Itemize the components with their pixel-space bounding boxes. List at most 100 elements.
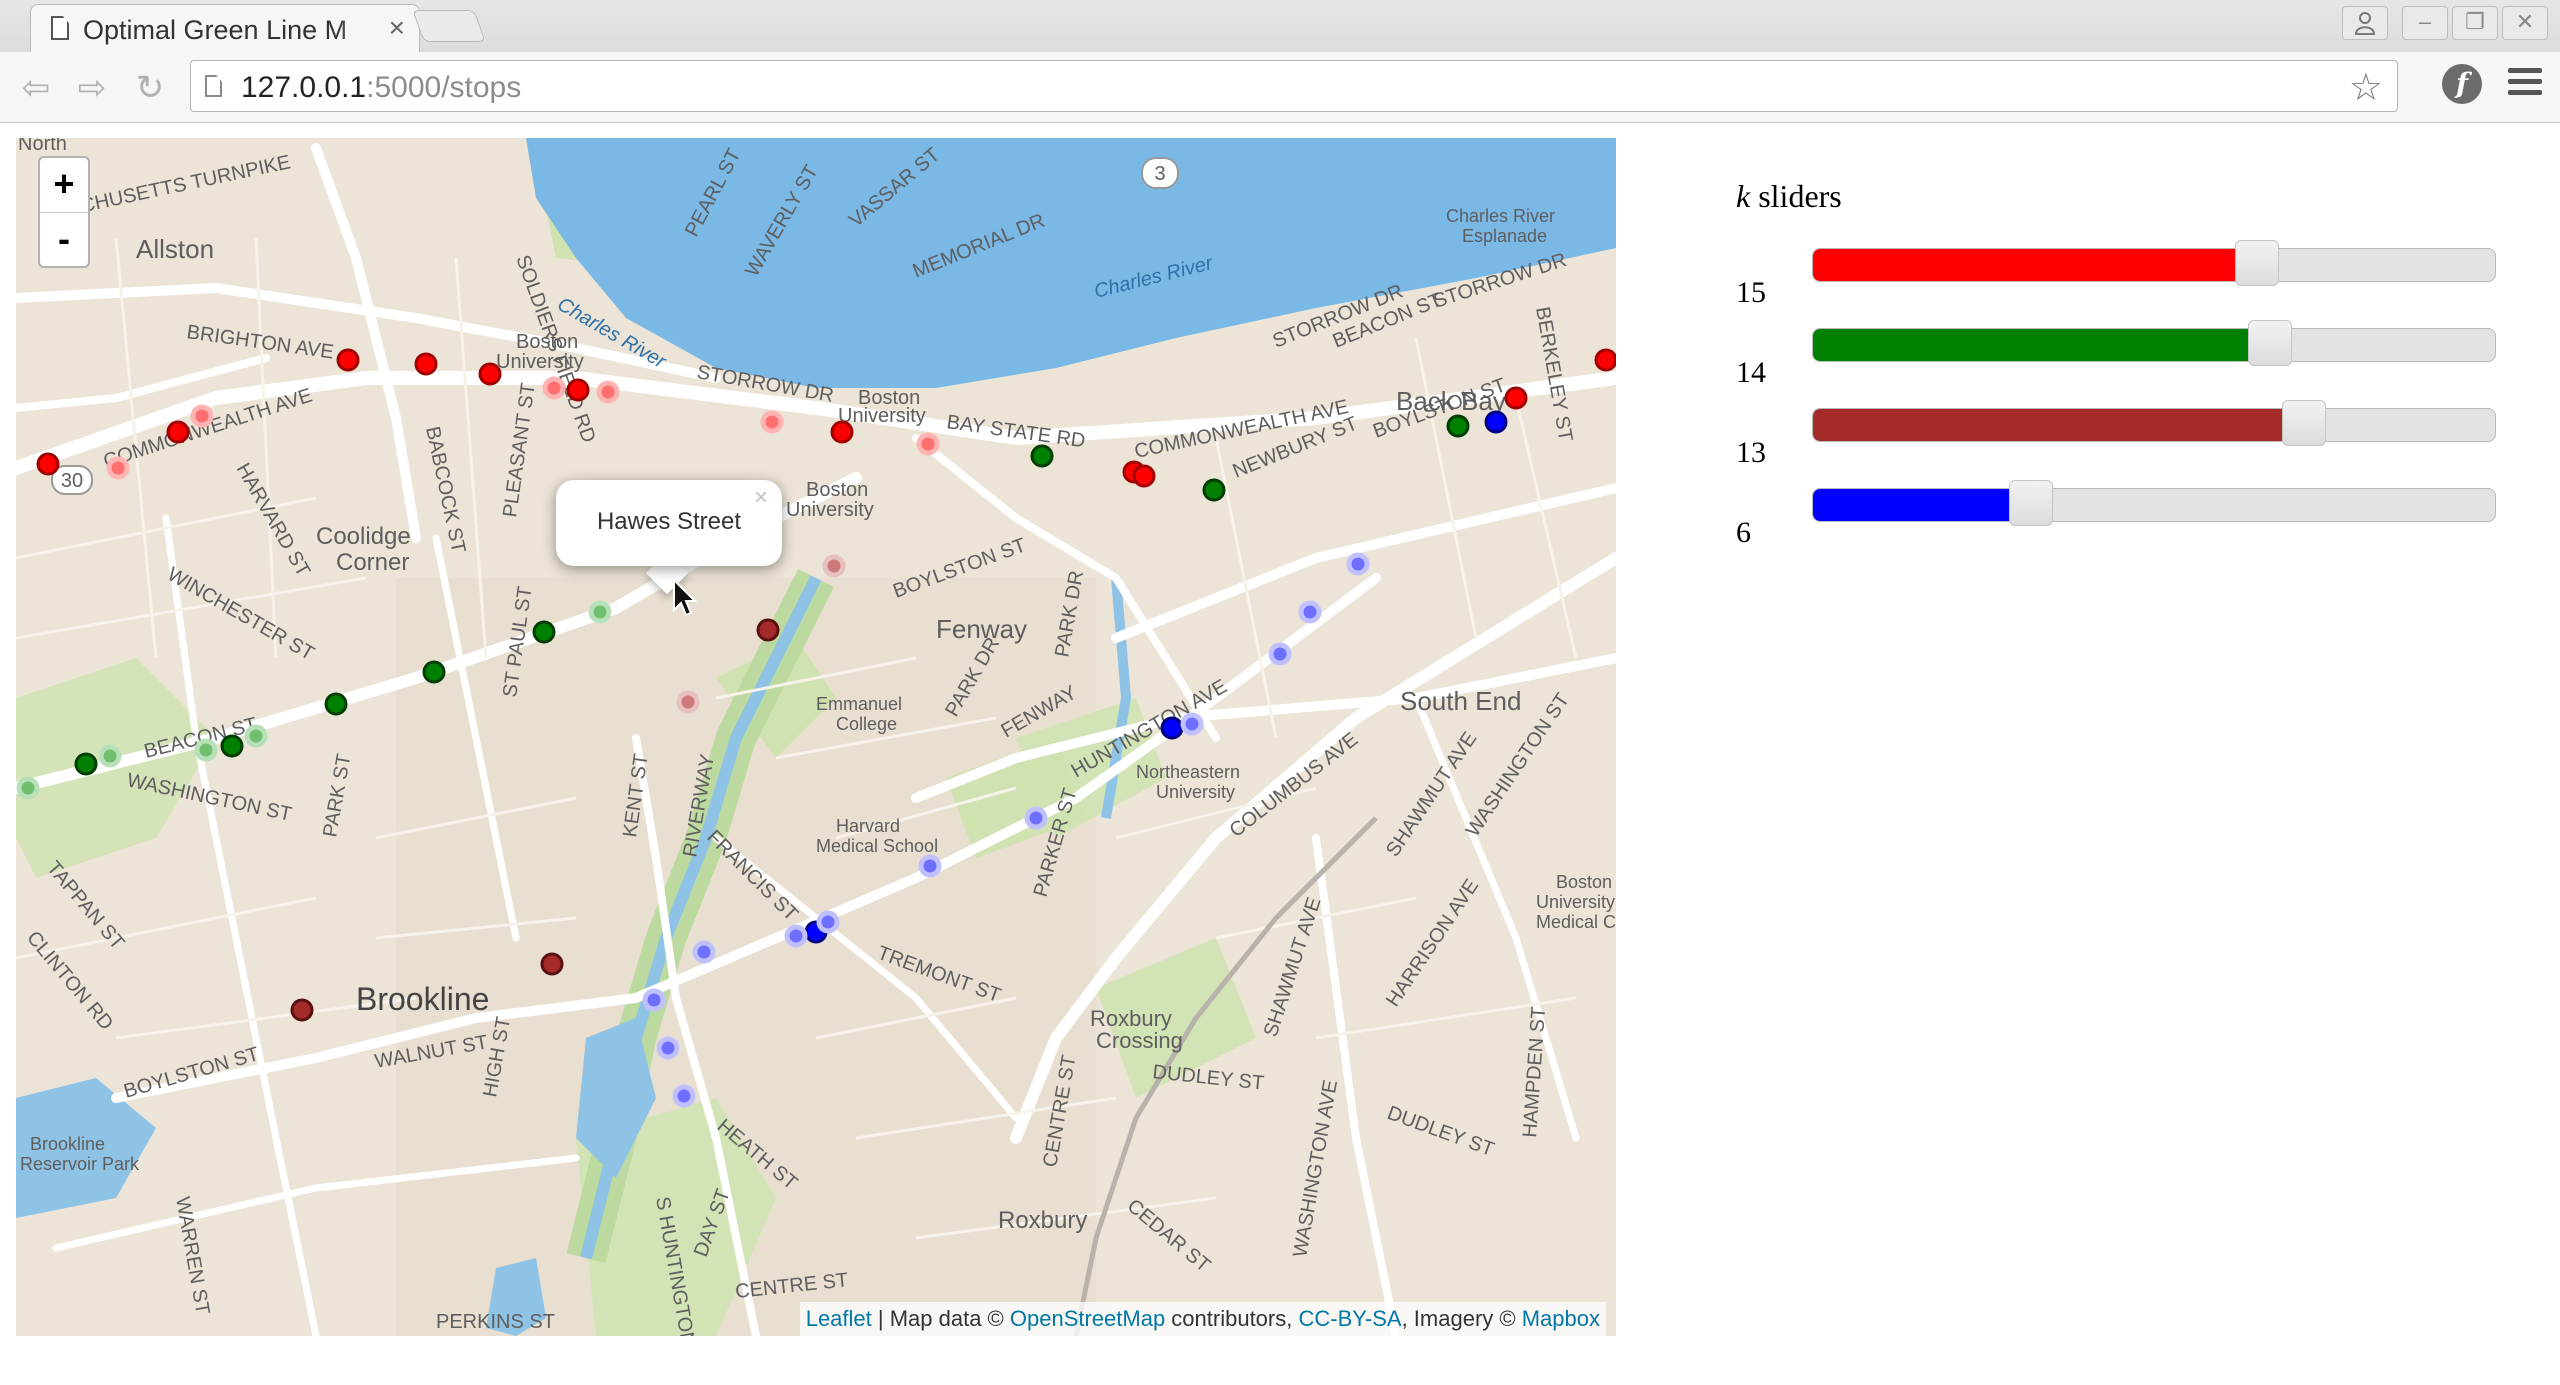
mouse-cursor-icon xyxy=(673,578,698,617)
user-icon[interactable] xyxy=(2342,6,2388,40)
reload-icon[interactable]: ↻ xyxy=(128,66,172,110)
stop-marker[interactable] xyxy=(916,432,940,456)
slider-track[interactable] xyxy=(1812,408,2496,442)
svg-text:PERKINS ST: PERKINS ST xyxy=(436,1311,555,1333)
slider-thumb[interactable] xyxy=(2282,400,2327,446)
osm-link[interactable]: OpenStreetMap xyxy=(1010,1306,1165,1331)
back-icon[interactable]: ⇦ xyxy=(14,66,58,110)
stop-marker[interactable] xyxy=(642,988,666,1012)
tab-close-icon[interactable]: × xyxy=(389,13,405,43)
stop-marker[interactable] xyxy=(1132,464,1156,488)
stop-marker[interactable] xyxy=(166,420,190,444)
stop-marker[interactable] xyxy=(656,1036,680,1060)
stop-marker[interactable] xyxy=(244,724,268,748)
stop-marker[interactable] xyxy=(220,734,244,758)
stop-marker[interactable] xyxy=(532,620,556,644)
url-text[interactable]: 127.0.0.1:5000/stops xyxy=(241,71,521,105)
svg-text:Esplanade: Esplanade xyxy=(1462,226,1547,246)
stop-marker[interactable] xyxy=(756,618,780,642)
stop-marker[interactable] xyxy=(672,1084,696,1108)
forward-icon[interactable]: ⇨ xyxy=(70,66,114,110)
stop-marker[interactable] xyxy=(414,352,438,376)
popup-text: Hawes Street xyxy=(596,508,742,535)
license-link[interactable]: CC-BY-SA xyxy=(1298,1306,1401,1331)
svg-text:South End: South End xyxy=(1400,686,1521,716)
stop-marker[interactable] xyxy=(106,456,130,480)
slider-track[interactable] xyxy=(1812,248,2496,282)
stop-marker[interactable] xyxy=(422,660,446,684)
close-icon[interactable]: ✕ xyxy=(2502,6,2548,40)
slider-thumb[interactable] xyxy=(2008,480,2053,526)
stop-marker[interactable] xyxy=(540,952,564,976)
map-tiles: North SACHUSETTS TURNPIKE Allston BRIGHT… xyxy=(16,138,1616,1336)
stop-marker[interactable] xyxy=(1504,386,1528,410)
stop-marker[interactable] xyxy=(74,752,98,776)
stop-marker[interactable] xyxy=(542,376,566,400)
stop-marker[interactable] xyxy=(676,690,700,714)
svg-text:University: University xyxy=(786,499,874,521)
svg-text:College: College xyxy=(836,714,897,734)
document-icon xyxy=(51,16,69,40)
stop-marker[interactable] xyxy=(692,940,716,964)
stop-marker[interactable] xyxy=(1594,348,1616,372)
stop-marker[interactable] xyxy=(98,744,122,768)
stop-marker[interactable] xyxy=(1298,600,1322,624)
stop-marker[interactable] xyxy=(478,362,502,386)
stop-marker[interactable] xyxy=(1160,716,1184,740)
address-bar[interactable]: 127.0.0.1:5000/stops ☆ xyxy=(190,60,2398,112)
svg-text:Brookline: Brookline xyxy=(356,981,489,1017)
stop-marker[interactable] xyxy=(16,776,40,800)
stop-marker[interactable] xyxy=(1446,414,1470,438)
stop-marker[interactable] xyxy=(1268,642,1292,666)
extension-icon[interactable]: f xyxy=(2442,64,2482,104)
stop-marker[interactable] xyxy=(588,600,612,624)
stop-popup: × Hawes Street xyxy=(556,480,782,566)
stop-marker[interactable] xyxy=(190,404,214,428)
stop-marker[interactable] xyxy=(336,348,360,372)
stop-marker[interactable] xyxy=(1030,444,1054,468)
stop-marker[interactable] xyxy=(566,378,590,402)
stop-marker[interactable] xyxy=(194,738,218,762)
restore-icon[interactable]: ❐ xyxy=(2452,6,2498,40)
svg-text:Boston: Boston xyxy=(1556,872,1612,892)
minimize-icon[interactable]: – xyxy=(2402,6,2448,40)
stop-marker[interactable] xyxy=(830,420,854,444)
stop-marker[interactable] xyxy=(760,410,784,434)
zoom-in-button[interactable]: + xyxy=(40,158,88,213)
slider-row-brown: 13 xyxy=(1736,400,2496,469)
slider-track[interactable] xyxy=(1812,328,2496,362)
svg-text:Reservoir Park: Reservoir Park xyxy=(20,1154,140,1174)
stop-marker[interactable] xyxy=(816,910,840,934)
leaflet-link[interactable]: Leaflet xyxy=(806,1306,872,1331)
stop-marker[interactable] xyxy=(1024,806,1048,830)
slider-track[interactable] xyxy=(1812,488,2496,522)
slider-thumb[interactable] xyxy=(2234,240,2279,286)
stop-marker[interactable] xyxy=(822,554,846,578)
svg-text:Boston: Boston xyxy=(806,479,868,501)
stop-marker[interactable] xyxy=(1202,478,1226,502)
svg-text:Medical School: Medical School xyxy=(816,836,938,856)
menu-icon[interactable] xyxy=(2508,68,2542,101)
leaflet-map[interactable]: North SACHUSETTS TURNPIKE Allston BRIGHT… xyxy=(16,138,1616,1336)
slider-thumb[interactable] xyxy=(2248,320,2293,366)
svg-text:Corner: Corner xyxy=(336,549,409,576)
stop-marker[interactable] xyxy=(596,380,620,404)
stop-marker[interactable] xyxy=(784,924,808,948)
stop-marker[interactable] xyxy=(324,692,348,716)
svg-text:Charles River: Charles River xyxy=(1446,206,1555,226)
slider-value: 15 xyxy=(1736,276,1766,309)
stop-marker[interactable] xyxy=(36,452,60,476)
stop-marker[interactable] xyxy=(1484,410,1508,434)
stop-marker[interactable] xyxy=(290,998,314,1022)
stop-marker[interactable] xyxy=(1346,552,1370,576)
new-tab-button[interactable] xyxy=(412,10,486,42)
browser-tab[interactable]: Optimal Green Line M × xyxy=(30,4,420,52)
tab-title: Optimal Green Line M xyxy=(83,15,348,45)
page-icon xyxy=(205,75,222,97)
mapbox-link[interactable]: Mapbox xyxy=(1522,1306,1600,1331)
stop-marker[interactable] xyxy=(918,854,942,878)
stop-marker[interactable] xyxy=(1180,712,1204,736)
bookmark-star-icon[interactable]: ☆ xyxy=(2349,65,2383,110)
svg-text:Brookline: Brookline xyxy=(30,1134,105,1154)
zoom-out-button[interactable]: - xyxy=(40,213,88,267)
